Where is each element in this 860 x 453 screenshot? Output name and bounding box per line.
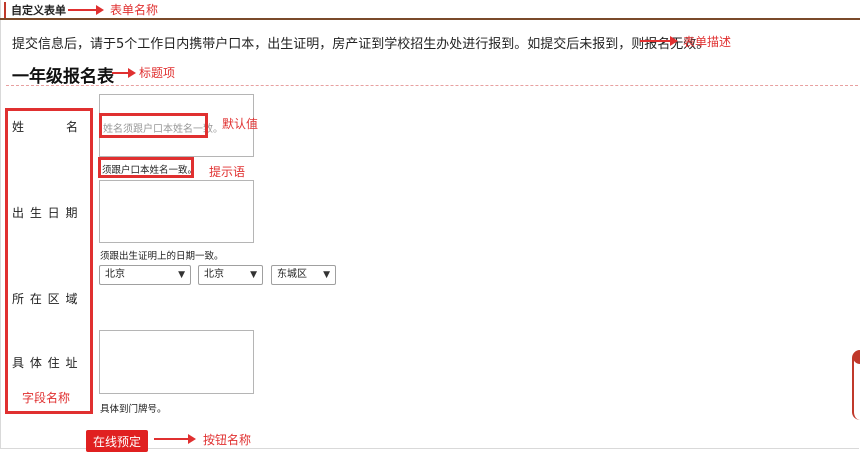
birth-textarea[interactable] [99, 180, 254, 243]
chevron-down-icon: ▼ [323, 270, 330, 280]
city-value: 北京 [204, 269, 224, 280]
province-value: 北京 [105, 269, 125, 280]
annotation-form-name: 表单名称 [110, 3, 159, 17]
submit-button[interactable]: 在线预定 [86, 430, 148, 452]
address-hint: 具体到门牌号。 [100, 404, 167, 415]
label-birth: 出 生 日 期 [12, 206, 79, 220]
arrow-form-desc [640, 36, 678, 46]
label-address: 具 体 住 址 [12, 356, 79, 370]
form-description: 提交信息后，请于5个工作日内携带户口本，出生证明，房产证到学校招生办处进行报到。… [12, 37, 710, 52]
province-select[interactable]: 北京 ▼ [99, 265, 191, 285]
form-title: 一年级报名表 [12, 67, 114, 87]
annotation-default-value: 默认值 [222, 117, 259, 131]
city-select[interactable]: 北京 ▼ [198, 265, 263, 285]
annotation-button-name: 按钮名称 [203, 433, 252, 447]
arrow-form-name [68, 5, 104, 15]
annotation-field-name: 字段名称 [22, 391, 71, 405]
chevron-down-icon: ▼ [250, 270, 257, 280]
annotation-form-desc: 表单描述 [683, 35, 732, 49]
arrow-title-item [112, 68, 136, 78]
arrow-button-name [154, 434, 196, 444]
birth-hint: 须跟出生证明上的日期一致。 [100, 251, 224, 262]
annotation-hint: 提示语 [209, 165, 246, 179]
label-name: 姓 名 [12, 120, 85, 134]
hint-highlight [98, 157, 194, 178]
chevron-down-icon: ▼ [178, 270, 185, 280]
form-name-tag: 自定义表单 [4, 2, 66, 18]
default-value-highlight [99, 113, 208, 138]
title-divider [6, 85, 858, 86]
annotation-title-item: 标题项 [139, 66, 176, 80]
district-select[interactable]: 东城区 ▼ [271, 265, 336, 285]
label-region: 所 在 区 域 [12, 292, 79, 306]
district-value: 东城区 [277, 269, 307, 280]
address-textarea[interactable] [99, 330, 254, 394]
side-widget-dot-icon [853, 350, 860, 364]
